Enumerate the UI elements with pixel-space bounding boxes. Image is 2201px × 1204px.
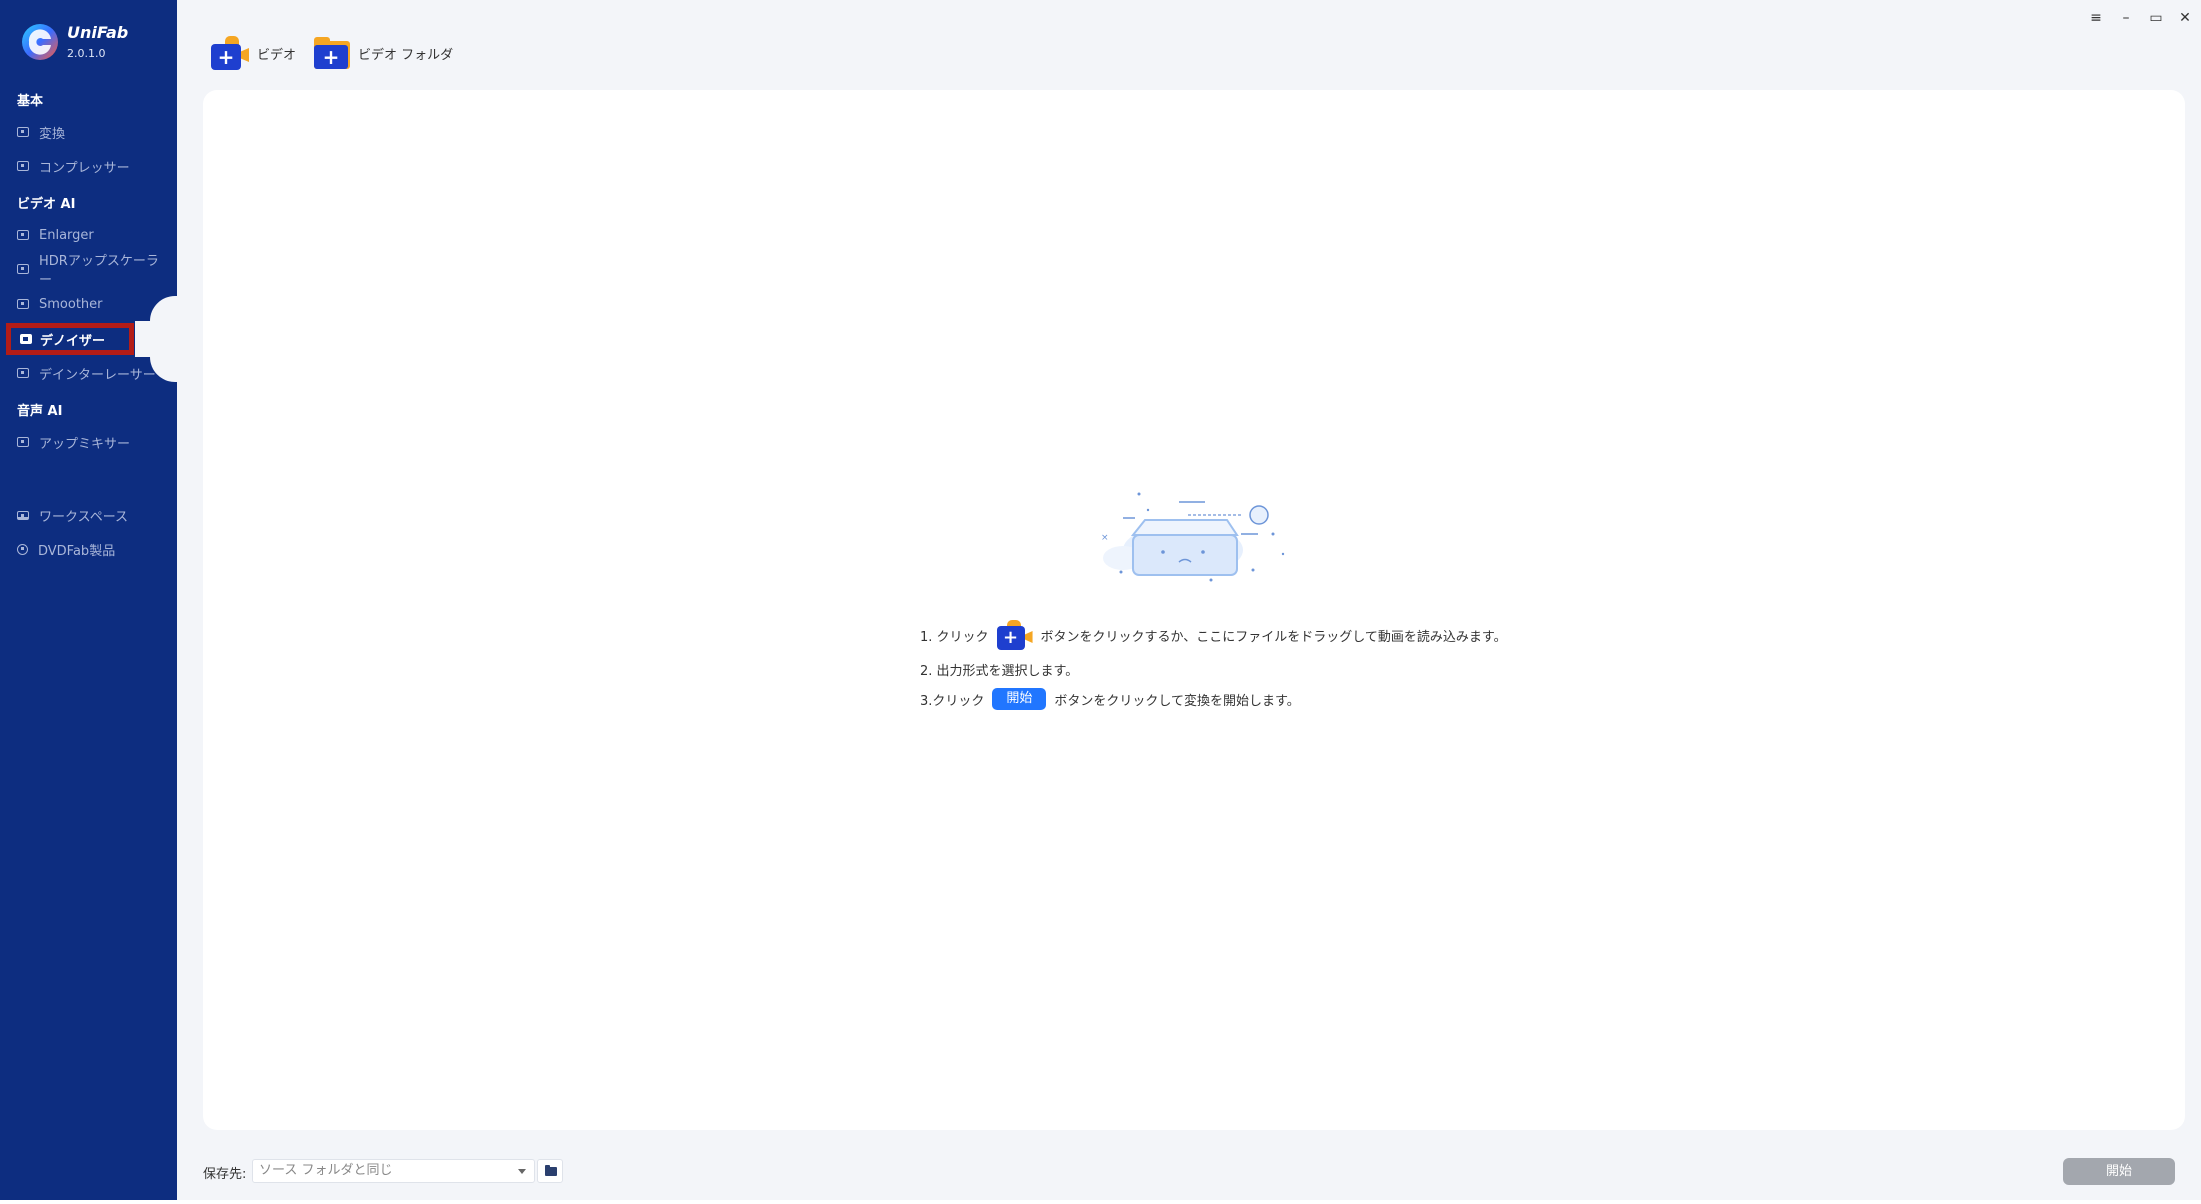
sidebar-item-compressor[interactable]: コンプレッサー xyxy=(17,153,167,179)
sidebar-item-enlarger[interactable]: Enlarger xyxy=(17,222,167,248)
step1-prefix: 1. クリック xyxy=(920,629,989,645)
sidebar-item-label: デノイザー xyxy=(40,333,106,349)
monitor-icon xyxy=(17,510,29,520)
minimize-icon[interactable]: – xyxy=(2115,8,2137,28)
add-folder-label: ビデオ フォルダ xyxy=(358,47,454,63)
sidebar-item-label: HDRアップスケーラー xyxy=(39,254,159,288)
sidebar-item-dvdfab-products[interactable]: DVDFab製品 xyxy=(17,536,167,562)
section-title-audio-ai: 音声 AI xyxy=(17,404,63,419)
folder-icon xyxy=(545,1165,557,1176)
dvdfab-icon xyxy=(17,543,28,555)
save-to-value: ソース フォルダと同じ xyxy=(259,1163,393,1178)
sidebar-item-denoiser[interactable]: デノイザー xyxy=(6,323,134,355)
instruction-step-3: 3.クリック 開始 ボタンをクリックして変換を開始します。 xyxy=(920,684,1300,714)
sidebar-item-label: ワークスペース xyxy=(39,509,129,525)
step1-suffix: ボタンをクリックするか、ここにファイルをドラッグして動画を読み込みます。 xyxy=(1040,629,1507,645)
sidebar-item-label: Smoother xyxy=(39,296,103,312)
add-folder-icon: + xyxy=(314,37,350,69)
sidebar-item-label: DVDFab製品 xyxy=(38,543,116,559)
sidebar-item-upmixer[interactable]: アップミキサー xyxy=(17,429,167,455)
sidebar-item-convert[interactable]: 変換 xyxy=(17,119,167,145)
instruction-step-1: 1. クリック + ボタンをクリックするか、ここにファイルをドラッグして動画を読… xyxy=(920,620,1507,650)
sidebar-item-deinterlacer[interactable]: デインターレーサー xyxy=(17,360,167,386)
denoise-icon xyxy=(20,334,32,344)
add-video-icon: + xyxy=(211,36,249,70)
sidebar-item-workspace[interactable]: ワークスペース xyxy=(17,502,167,528)
window-bottom-edge xyxy=(0,1200,2201,1204)
close-icon[interactable]: ✕ xyxy=(2174,8,2196,28)
maximize-icon[interactable]: ▭ xyxy=(2145,8,2167,28)
active-band xyxy=(135,321,177,357)
sidebar-item-label: Enlarger xyxy=(39,227,94,243)
add-video-label: ビデオ xyxy=(257,47,297,63)
section-title-video-ai: ビデオ AI xyxy=(17,197,76,212)
unifab-logo-icon xyxy=(22,24,58,60)
sidebar-item-label: コンプレッサー xyxy=(39,160,130,176)
empty-box-illustration: × xyxy=(1101,492,1285,582)
add-video-inline-icon: + xyxy=(996,620,1033,650)
play-icon xyxy=(17,127,29,137)
enlarge-icon xyxy=(17,230,29,240)
app-window: UniFab 2.0.1.0 基本 変換 コンプレッサー ビデオ AI Enla… xyxy=(0,0,2201,1200)
step3-suffix: ボタンをクリックして変換を開始します。 xyxy=(1054,693,1300,709)
chevron-down-icon xyxy=(518,1169,526,1174)
menu-icon[interactable]: ≡ xyxy=(2085,8,2107,28)
sidebar-item-label: デインターレーサー xyxy=(39,367,156,383)
instruction-step-2: 2. 出力形式を選択します。 xyxy=(920,654,1078,684)
start-button[interactable]: 開始 xyxy=(2063,1158,2175,1185)
sidebar-item-hdr-upscaler[interactable]: HDRアップスケーラー xyxy=(17,254,167,288)
step3-prefix: 3.クリック xyxy=(920,693,985,709)
smoother-icon xyxy=(17,299,29,309)
sidebar-item-label: アップミキサー xyxy=(39,436,131,452)
svg-text:×: × xyxy=(1101,533,1109,543)
app-name: UniFab xyxy=(67,23,129,42)
sidebar-item-label: 変換 xyxy=(39,126,66,142)
hdr-icon xyxy=(17,264,29,274)
compress-icon xyxy=(17,161,29,171)
sidebar: UniFab 2.0.1.0 基本 変換 コンプレッサー ビデオ AI Enla… xyxy=(0,0,177,1200)
sidebar-item-smoother[interactable]: Smoother xyxy=(17,291,167,317)
deinterlace-icon xyxy=(17,368,29,378)
browse-folder-button[interactable] xyxy=(537,1159,563,1183)
add-video-button[interactable]: + ビデオ xyxy=(211,36,296,70)
upmix-icon xyxy=(17,437,29,447)
step2-text: 2. 出力形式を選択します。 xyxy=(920,663,1079,679)
start-inline-badge: 開始 xyxy=(992,688,1047,710)
save-to-label: 保存先: xyxy=(203,1167,247,1182)
drop-zone[interactable]: × 1. クリック + ボタンをクリックするか、ここにファイルをドラッグして動画… xyxy=(203,90,2185,1130)
add-folder-button[interactable]: + ビデオ フォルダ xyxy=(314,36,453,70)
app-version: 2.0.1.0 xyxy=(67,47,106,60)
save-to-select[interactable]: ソース フォルダと同じ xyxy=(252,1159,535,1183)
section-title-basic: 基本 xyxy=(17,94,44,109)
